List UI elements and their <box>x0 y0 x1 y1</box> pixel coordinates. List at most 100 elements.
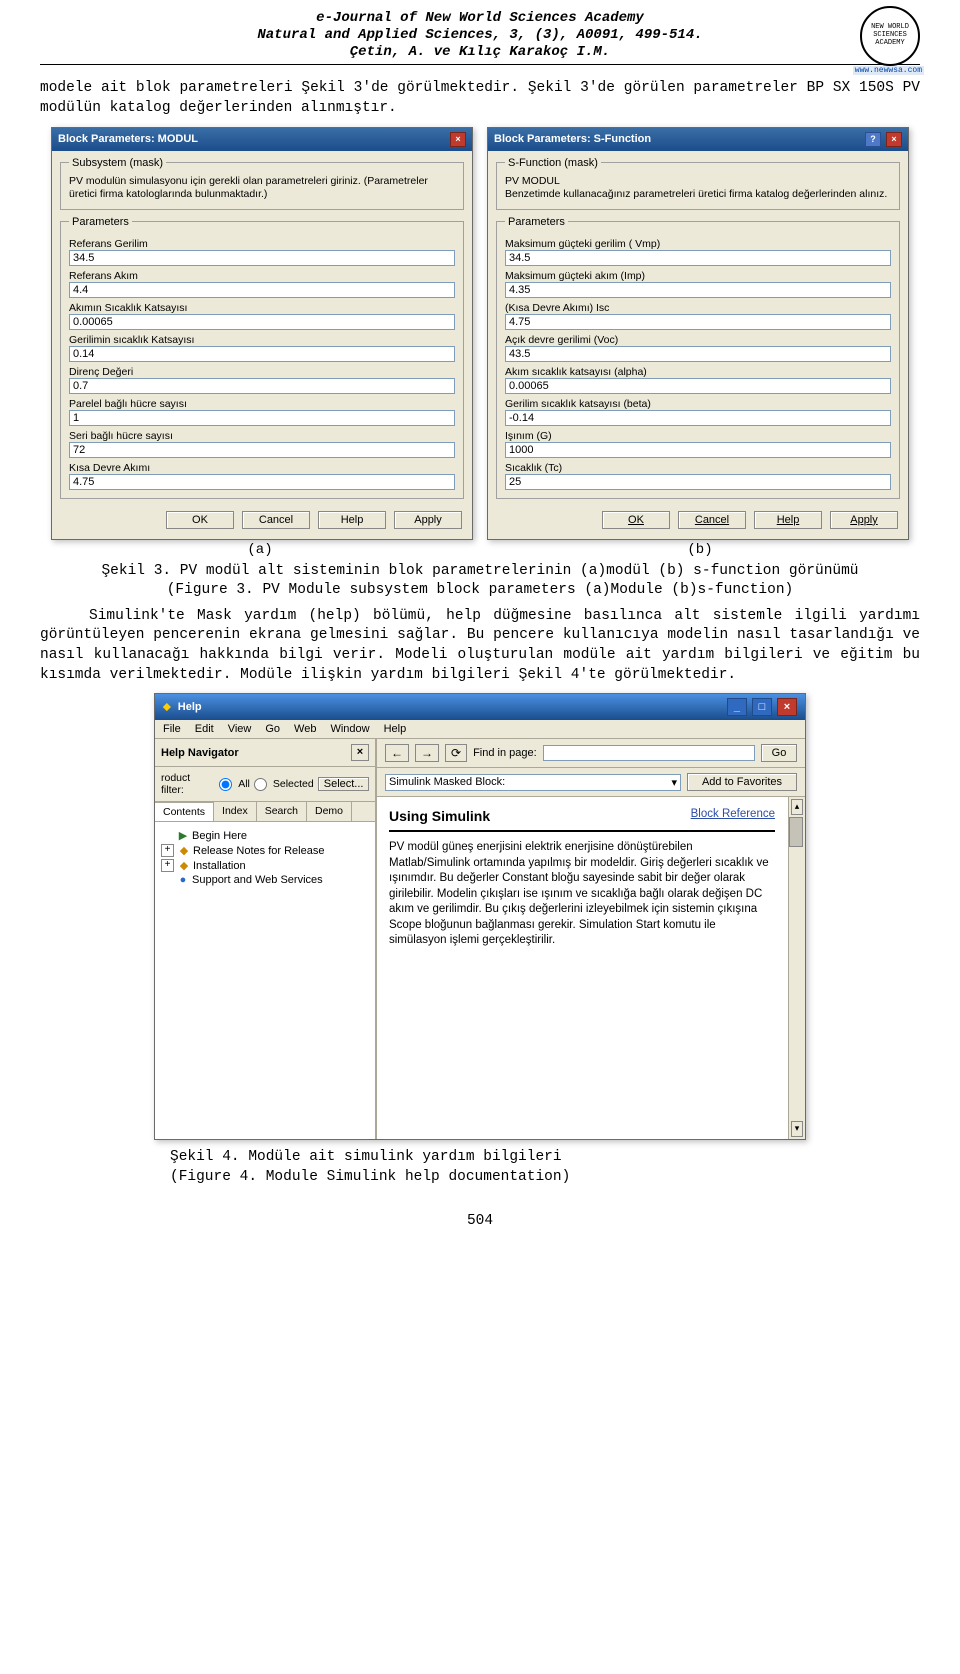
param-input[interactable] <box>505 282 891 298</box>
journal-logo: NEW WORLD SCIENCES ACADEMY <box>860 6 920 66</box>
nav-tab[interactable]: Search <box>257 802 307 821</box>
expand-icon[interactable]: + <box>161 859 174 872</box>
tree-item[interactable]: ▶Begin Here <box>159 828 371 843</box>
tree-item[interactable]: +◆Release Notes for Release <box>159 843 371 858</box>
help-content: ← → ⟳ Find in page: Go Simulink Masked B… <box>377 739 805 1139</box>
menu-item[interactable]: File <box>163 723 181 735</box>
cancel-button[interactable]: Cancel <box>678 511 746 529</box>
titlebar-a[interactable]: Block Parameters: MODUL × <box>52 128 472 151</box>
param-input[interactable] <box>69 474 455 490</box>
param-input[interactable] <box>505 474 891 490</box>
intro-paragraph: modele ait blok parametreleri Şekil 3'de… <box>40 79 920 118</box>
block-reference-link[interactable]: Block Reference <box>691 807 775 826</box>
mask-text-a: PV modulün simulasyonu için gerekli olan… <box>69 175 455 201</box>
param-input[interactable] <box>69 250 455 266</box>
param-input[interactable] <box>505 442 891 458</box>
fig3-caption-l2: (Figure 3. PV Module subsystem block par… <box>40 581 920 601</box>
scroll-thumb[interactable] <box>789 817 803 847</box>
help-navigator: Help Navigator × roduct filter: All Sele… <box>155 739 377 1139</box>
reload-icon[interactable]: ⟳ <box>445 744 467 762</box>
tree-item[interactable]: ●Support and Web Services <box>159 873 371 887</box>
expand-icon[interactable]: + <box>161 844 174 857</box>
filter-all-radio[interactable] <box>219 778 232 791</box>
param-label: Gerilim sıcaklık katsayısı (beta) <box>505 398 891 410</box>
page-number: 504 <box>40 1213 920 1229</box>
find-label: Find in page: <box>473 747 537 759</box>
param-input[interactable] <box>69 442 455 458</box>
param-input[interactable] <box>505 250 891 266</box>
tree-label: Installation <box>193 860 246 872</box>
param-input[interactable] <box>505 346 891 362</box>
nav-close-icon[interactable]: × <box>351 744 369 761</box>
minimize-icon[interactable]: _ <box>727 698 747 716</box>
close-icon[interactable]: × <box>777 698 797 716</box>
fig3-caption: Şekil 3. PV modül alt sisteminin blok pa… <box>40 562 920 601</box>
logo-url: www.newwsa.com <box>853 66 924 75</box>
nav-tab[interactable]: Demo <box>307 802 352 821</box>
apply-button[interactable]: Apply <box>830 511 898 529</box>
fig4-caption-l2: (Figure 4. Module Simulink help document… <box>170 1168 920 1188</box>
nav-tab[interactable]: Contents <box>155 802 214 821</box>
scrollbar[interactable]: ▴ ▾ <box>788 797 805 1139</box>
filter-all-label: All <box>238 778 250 790</box>
param-input[interactable] <box>69 282 455 298</box>
ok-button[interactable]: OK <box>602 511 670 529</box>
journal-title: e-Journal of New World Sciences Academy <box>40 10 920 27</box>
forward-icon[interactable]: → <box>415 744 439 762</box>
help-titlebar[interactable]: ⬥ Help _ □ × <box>155 694 805 720</box>
ok-button[interactable]: OK <box>166 511 234 529</box>
filter-selected-label: Selected <box>273 778 314 790</box>
menu-item[interactable]: Help <box>384 723 407 735</box>
content-body: PV modül güneş enerjisini elektrik enerj… <box>389 840 775 949</box>
param-input[interactable] <box>69 378 455 394</box>
param-input[interactable] <box>69 410 455 426</box>
cancel-button[interactable]: Cancel <box>242 511 310 529</box>
tree-item[interactable]: +◆Installation <box>159 858 371 873</box>
param-input[interactable] <box>69 314 455 330</box>
param-input[interactable] <box>69 346 455 362</box>
titlebar-b[interactable]: Block Parameters: S-Function ? × <box>488 128 908 151</box>
param-input[interactable] <box>505 378 891 394</box>
title-b: Block Parameters: S-Function <box>494 133 651 145</box>
chevron-down-icon: ▾ <box>671 776 677 789</box>
logo-text: NEW WORLD SCIENCES ACADEMY <box>862 24 918 47</box>
app-icon: ⬥ <box>163 701 171 713</box>
help-icon[interactable]: ? <box>865 132 881 147</box>
param-label: Direnç Değeri <box>69 366 455 378</box>
menu-item[interactable]: Window <box>330 723 369 735</box>
nav-title: Help Navigator <box>161 747 239 759</box>
help-button[interactable]: Help <box>318 511 386 529</box>
nav-tab[interactable]: Index <box>214 802 257 821</box>
menu-item[interactable]: Web <box>294 723 316 735</box>
close-icon[interactable]: × <box>886 132 902 147</box>
journal-authors: Çetin, A. ve Kılıç Karakoç I.M. <box>40 44 920 61</box>
fig4-caption-l1: Şekil 4. Modüle ait simulink yardım bilg… <box>170 1148 920 1168</box>
simulink-select[interactable]: Simulink Masked Block: ▾ <box>385 774 681 791</box>
param-label: Sıcaklık (Tc) <box>505 462 891 474</box>
maximize-icon[interactable]: □ <box>752 698 772 716</box>
params-legend-a: Parameters <box>69 216 132 228</box>
menu-item[interactable]: Edit <box>195 723 214 735</box>
scroll-up-icon[interactable]: ▴ <box>791 799 803 815</box>
menu-item[interactable]: View <box>228 723 252 735</box>
help-window-controls: _ □ × <box>725 698 797 716</box>
nav-tree: ▶Begin Here+◆Release Notes for Release+◆… <box>155 822 375 1139</box>
go-button[interactable]: Go <box>761 744 797 762</box>
help-title: Help <box>178 701 202 713</box>
close-icon[interactable]: × <box>450 132 466 147</box>
ab-labels: (a) (b) <box>40 542 920 558</box>
dialogs-row: Block Parameters: MODUL × Subsystem (mas… <box>40 127 920 540</box>
param-input[interactable] <box>505 410 891 426</box>
menu-item[interactable]: Go <box>265 723 280 735</box>
back-icon[interactable]: ← <box>385 744 409 762</box>
scroll-down-icon[interactable]: ▾ <box>791 1121 803 1137</box>
param-label: (Kısa Devre Akımı) Isc <box>505 302 891 314</box>
apply-button[interactable]: Apply <box>394 511 462 529</box>
body-paragraph-2: Simulink'te Mask yardım (help) bölümü, h… <box>40 607 920 685</box>
find-input[interactable] <box>543 745 755 761</box>
select-button[interactable]: Select... <box>318 777 369 791</box>
param-input[interactable] <box>505 314 891 330</box>
add-favorites-button[interactable]: Add to Favorites <box>687 773 797 791</box>
help-button[interactable]: Help <box>754 511 822 529</box>
filter-selected-radio[interactable] <box>254 778 267 791</box>
